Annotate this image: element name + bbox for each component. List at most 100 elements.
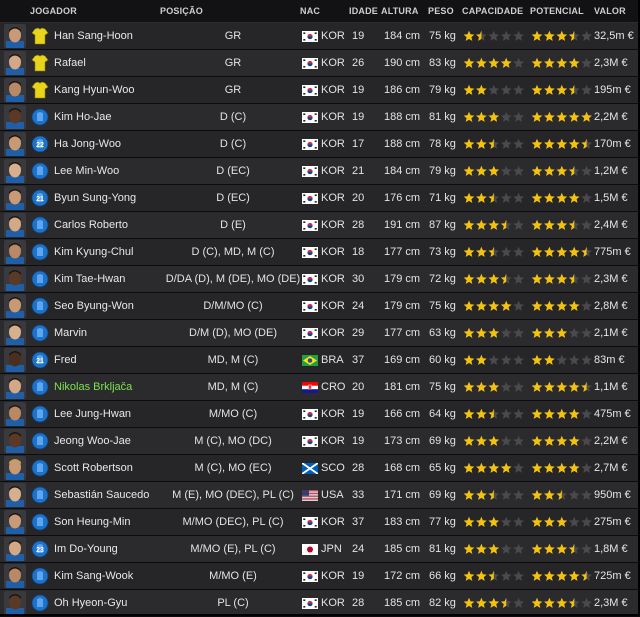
star-full [556, 328, 567, 338]
header-height[interactable]: ALTURA [381, 6, 419, 16]
player-name-link[interactable]: Han Sang-Hoon [54, 23, 133, 49]
player-name-link[interactable]: Scott Robertson [54, 455, 133, 481]
header-nat[interactable]: NAC [300, 6, 320, 16]
table-row[interactable]: Han Sang-HoonGRKOR19184 cm75 kg32,5m € [0, 23, 640, 50]
player-height: 179 cm [384, 293, 420, 319]
player-age: 19 [352, 401, 364, 427]
table-row[interactable]: 22Ha Jong-WooD (C)KOR17188 cm78 kg170m € [0, 131, 640, 158]
header-weight[interactable]: PESO [428, 6, 454, 16]
star-empty [501, 328, 512, 338]
player-weight: 75 kg [429, 374, 456, 400]
star-full [532, 193, 543, 203]
table-row[interactable]: RafaelGRKOR26190 cm83 kg2,3M € [0, 50, 640, 77]
player-name-link[interactable]: Rafael [54, 50, 86, 76]
player-age: 24 [352, 293, 364, 319]
star-full [488, 58, 499, 68]
table-row[interactable]: 23Im Do-YoungM/MO (E), PL (C)JPN24185 cm… [0, 536, 640, 563]
player-name-link[interactable]: Seo Byung-Won [54, 293, 134, 319]
player-height: 185 cm [384, 590, 420, 616]
player-name-link[interactable]: Kim Kyung-Chul [54, 239, 133, 265]
player-name-link[interactable]: Son Heung-Min [54, 509, 130, 535]
star-empty [581, 517, 592, 527]
table-row[interactable]: Oh Hyeon-GyuPL (C)KOR28185 cm82 kg2,3M € [0, 590, 640, 617]
player-name-link[interactable]: Kim Tae-Hwan [54, 266, 125, 292]
squad-number-badge-icon [31, 270, 49, 288]
player-weight: 69 kg [429, 428, 456, 454]
player-nationality: SCO [321, 455, 345, 481]
table-row[interactable]: Carlos RobertoD (E)KOR28191 cm87 kg2,4M … [0, 212, 640, 239]
table-row[interactable]: Kim Sang-WookM/MO (E)KOR19172 cm66 kg725… [0, 563, 640, 590]
player-value: 725m € [594, 563, 631, 589]
star-full [501, 58, 512, 68]
table-row[interactable]: MarvinD/M (D), MO (DE)KOR29177 cm63 kg2,… [0, 320, 640, 347]
star-full [501, 301, 512, 311]
star-full [476, 220, 487, 230]
player-name-link[interactable]: Kang Hyun-Woo [54, 77, 135, 103]
player-name-link[interactable]: Ha Jong-Woo [54, 131, 121, 157]
header-player[interactable]: JOGADOR [30, 6, 77, 16]
player-name-link[interactable]: Kim Ho-Jae [54, 104, 111, 130]
player-name-link[interactable]: Nikolas Brkljača [54, 374, 132, 400]
table-row[interactable]: Seo Byung-WonD/M/MO (C)KOR24179 cm75 kg2… [0, 293, 640, 320]
player-value: 2,3M € [594, 50, 628, 76]
player-nationality: USA [321, 482, 344, 508]
star-full [532, 274, 543, 284]
player-name-link[interactable]: Lee Jung-Hwan [54, 401, 131, 427]
header-potential[interactable]: POTENCIAL [530, 6, 584, 16]
table-row[interactable]: Son Heung-MinM/MO (DEC), PL (C)KOR37183 … [0, 509, 640, 536]
potential-stars [531, 219, 593, 231]
star-full [544, 31, 555, 41]
player-name-link[interactable]: Lee Min-Woo [54, 158, 119, 184]
table-row[interactable]: 21FredMD, M (C)BRA37169 cm60 kg83m € [0, 347, 640, 374]
player-value: 2,1M € [594, 320, 628, 346]
squad-number-badge-icon [31, 243, 49, 261]
table-row[interactable]: Jeong Woo-JaeM (C), MO (DC)KOR19173 cm69… [0, 428, 640, 455]
player-face-avatar [4, 294, 26, 318]
player-age: 20 [352, 374, 364, 400]
player-weight: 71 kg [429, 185, 456, 211]
table-row[interactable]: 21Byun Sung-YongD (EC)KOR20176 cm71 kg1,… [0, 185, 640, 212]
header-position[interactable]: POSIÇÃO [160, 6, 234, 16]
ability-stars [463, 489, 525, 501]
player-name-link[interactable]: Fred [54, 347, 77, 373]
star-empty [501, 166, 512, 176]
header-age[interactable]: IDADE [349, 6, 378, 16]
squad-number-badge-icon [31, 162, 49, 180]
player-name-link[interactable]: Oh Hyeon-Gyu [54, 590, 127, 616]
player-name-link[interactable]: Jeong Woo-Jae [54, 428, 131, 454]
star-full [569, 139, 580, 149]
star-full [544, 301, 555, 311]
header-ability[interactable]: CAPACIDADE [462, 6, 523, 16]
star-empty [513, 409, 524, 419]
player-position: M/MO (DEC), PL (C) [160, 509, 306, 535]
table-row[interactable]: Lee Min-WooD (EC)KOR21184 cm79 kg1,2M € [0, 158, 640, 185]
table-row[interactable]: Scott RobertsonM (C), MO (EC)SCO28168 cm… [0, 455, 640, 482]
player-name-link[interactable]: Sebastián Saucedo [54, 482, 149, 508]
player-age: 28 [352, 590, 364, 616]
table-row[interactable]: Kim Kyung-ChulD (C), MD, M (C)KOR18177 c… [0, 239, 640, 266]
player-name-link[interactable]: Carlos Roberto [54, 212, 128, 238]
potential-stars [531, 543, 593, 555]
flag-kor-icon [302, 58, 318, 69]
player-name-link[interactable]: Im Do-Young [54, 536, 118, 562]
star-full [464, 31, 475, 41]
table-row[interactable]: Kim Tae-HwanD/DA (D), M (DE), MO (DE)KOR… [0, 266, 640, 293]
table-row[interactable]: Lee Jung-HwanM/MO (C)KOR19166 cm64 kg475… [0, 401, 640, 428]
header-value[interactable]: VALOR [594, 6, 626, 16]
star-full [488, 382, 499, 392]
table-row[interactable]: Kang Hyun-WooGRKOR19186 cm79 kg195m € [0, 77, 640, 104]
player-value: 2,7M € [594, 455, 628, 481]
player-name-link[interactable]: Marvin [54, 320, 87, 346]
table-row[interactable]: Sebastián SaucedoM (E), MO (DEC), PL (C)… [0, 482, 640, 509]
star-empty [501, 247, 512, 257]
player-name-link[interactable]: Kim Sang-Wook [54, 563, 133, 589]
player-name-link[interactable]: Byun Sung-Yong [54, 185, 136, 211]
star-empty [501, 436, 512, 446]
player-nationality: KOR [321, 428, 345, 454]
table-row[interactable]: Kim Ho-JaeD (C)KOR19188 cm81 kg2,2M € [0, 104, 640, 131]
player-value: 1,5M € [594, 185, 628, 211]
table-row[interactable]: Nikolas BrkljačaMD, M (C)CRO20181 cm75 k… [0, 374, 640, 401]
player-weight: 72 kg [429, 266, 456, 292]
star-full [464, 85, 475, 95]
star-empty [569, 328, 580, 338]
